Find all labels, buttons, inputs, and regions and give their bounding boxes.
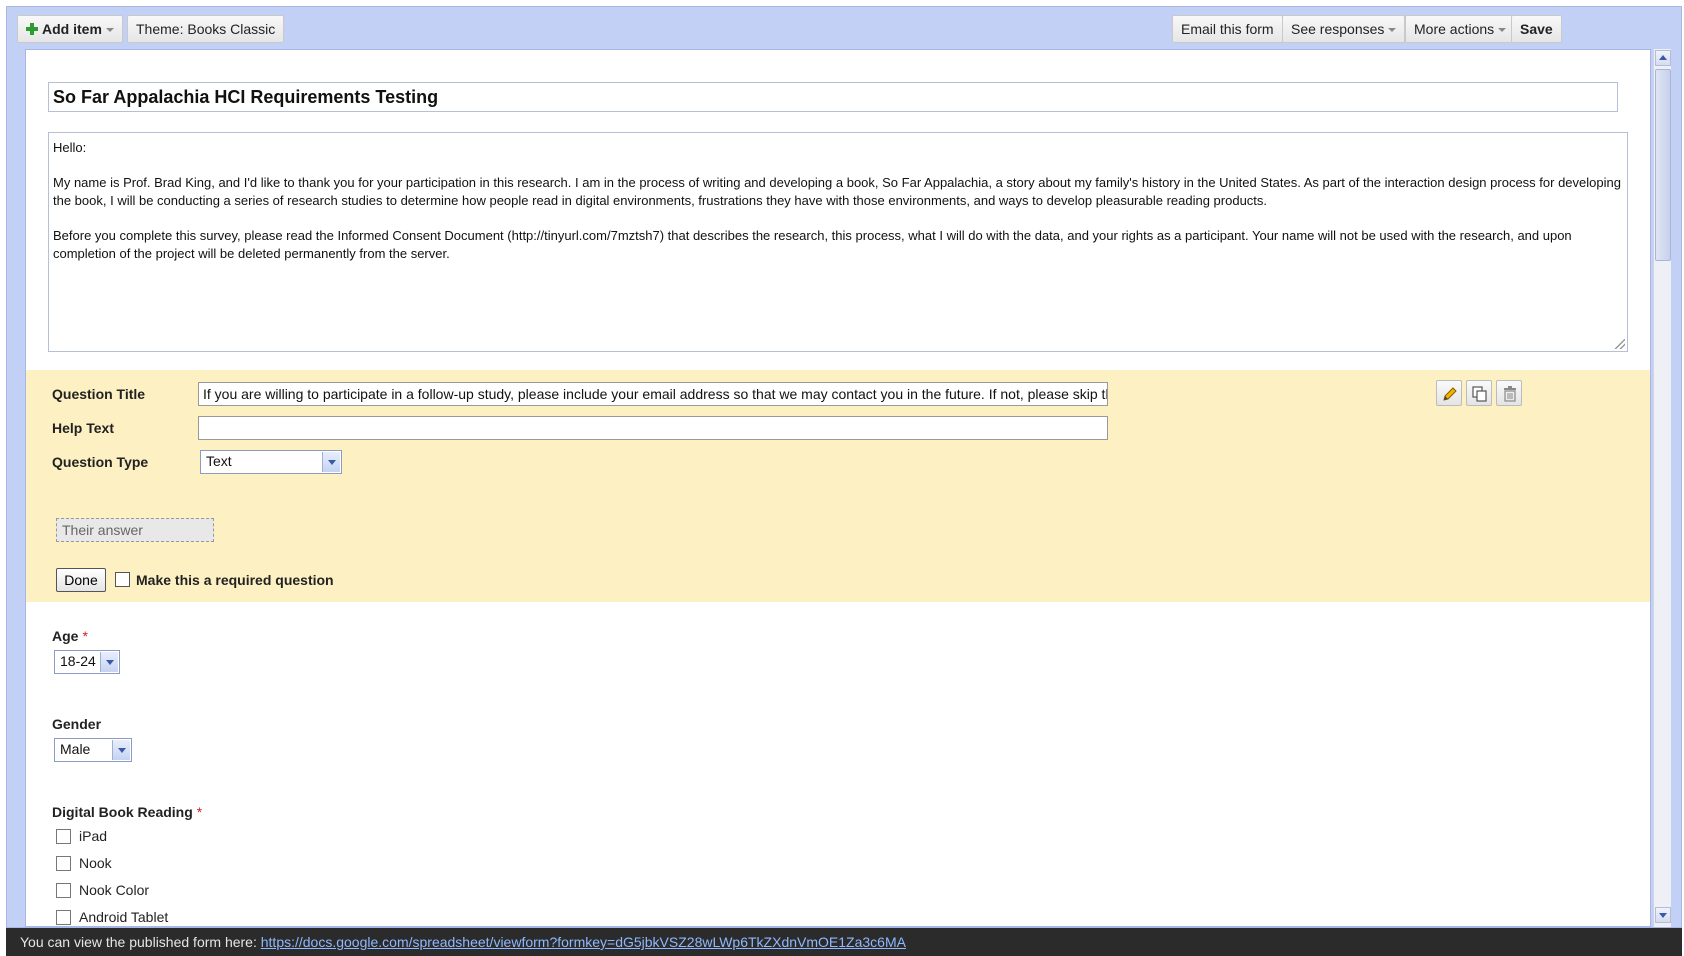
see-responses-label: See responses <box>1291 21 1385 37</box>
age-select[interactable]: 18-24 <box>54 650 120 674</box>
description-paragraph-1: My name is Prof. Brad King, and I'd like… <box>53 175 1621 208</box>
gender-value: Male <box>60 741 91 757</box>
scroll-up-arrow-icon[interactable] <box>1655 50 1671 66</box>
chevron-down-icon <box>105 28 114 33</box>
age-label: Age <box>52 628 79 644</box>
add-item-button[interactable]: Add item <box>17 15 123 43</box>
chevron-down-icon <box>100 652 118 672</box>
delete-question-button[interactable] <box>1496 380 1522 406</box>
age-value: 18-24 <box>60 653 96 669</box>
option-ipad[interactable]: iPad <box>56 828 107 844</box>
published-form-footer: You can view the published form here: ht… <box>6 928 1682 956</box>
gender-question-label: Gender <box>52 716 102 732</box>
option-checkbox[interactable] <box>56 910 71 925</box>
toolbar: Add item Theme: Books Classic Email this… <box>7 7 1681 49</box>
option-android-tablet[interactable]: Android Tablet <box>56 909 168 925</box>
more-actions-label: More actions <box>1414 21 1495 37</box>
required-label: Make this a required question <box>136 572 334 588</box>
add-item-label: Add item <box>42 21 102 37</box>
more-actions-button[interactable]: More actions <box>1405 15 1516 43</box>
answer-preview: Their answer <box>56 518 214 542</box>
done-button[interactable]: Done <box>56 568 106 592</box>
question-type-label: Question Type <box>52 454 149 470</box>
form-title-input[interactable]: So Far Appalachia HCI Requirements Testi… <box>48 82 1618 112</box>
editor-frame: Add item Theme: Books Classic Email this… <box>6 6 1682 928</box>
required-checkbox[interactable] <box>115 572 130 587</box>
description-greeting: Hello: <box>53 140 87 155</box>
question-title-label: Question Title <box>52 386 146 402</box>
option-nook[interactable]: Nook <box>56 855 112 871</box>
description-paragraph-2: Before you complete this survey, please … <box>53 228 1572 261</box>
form-description-textarea[interactable]: Hello: My name is Prof. Brad King, and I… <box>48 132 1628 352</box>
help-text-input[interactable] <box>198 416 1108 440</box>
trash-icon <box>1504 386 1516 402</box>
duplicate-icon <box>1472 386 1487 402</box>
option-checkbox[interactable] <box>56 883 71 898</box>
plus-icon <box>26 23 38 35</box>
pencil-icon <box>1443 387 1457 401</box>
option-label: iPad <box>79 828 108 844</box>
digital-reading-question-label: Digital Book Reading * <box>52 804 202 820</box>
scroll-down-arrow-icon[interactable] <box>1655 907 1671 923</box>
age-question-label: Age * <box>52 628 88 644</box>
question-type-value: Text <box>206 453 232 469</box>
see-responses-button[interactable]: See responses <box>1282 15 1406 43</box>
gender-select[interactable]: Male <box>54 738 132 762</box>
duplicate-question-button[interactable] <box>1466 380 1492 406</box>
chevron-down-icon <box>112 740 130 760</box>
email-form-button[interactable]: Email this form <box>1172 15 1283 43</box>
form-editor: So Far Appalachia HCI Requirements Testi… <box>25 49 1651 927</box>
help-text-label: Help Text <box>52 420 114 436</box>
chevron-down-icon <box>322 452 340 472</box>
vertical-scrollbar[interactable] <box>1653 49 1671 927</box>
chevron-down-icon <box>1498 28 1507 33</box>
theme-button[interactable]: Theme: Books Classic <box>127 15 285 43</box>
edit-question-button[interactable] <box>1436 380 1462 406</box>
footer-text: You can view the published form here: <box>20 934 261 950</box>
save-label: Save <box>1520 21 1553 37</box>
option-checkbox[interactable] <box>56 829 71 844</box>
scrollbar-thumb[interactable] <box>1655 69 1671 261</box>
question-type-select[interactable]: Text <box>200 450 342 474</box>
digital-reading-label: Digital Book Reading <box>52 804 193 820</box>
option-label: Android Tablet <box>79 909 169 925</box>
save-button[interactable]: Save <box>1511 15 1562 43</box>
published-form-link[interactable]: https://docs.google.com/spreadsheet/view… <box>261 934 906 950</box>
chevron-down-icon <box>1388 28 1397 33</box>
question-title-input[interactable]: If you are willing to participate in a f… <box>198 382 1108 406</box>
required-star: * <box>82 628 88 644</box>
option-label: Nook <box>79 855 112 871</box>
required-star: * <box>196 804 203 820</box>
question-edit-panel: Question Title If you are willing to par… <box>26 370 1650 602</box>
option-label: Nook Color <box>79 882 150 898</box>
option-checkbox[interactable] <box>56 856 71 871</box>
resize-grip-icon[interactable] <box>1615 339 1625 349</box>
option-nook-color[interactable]: Nook Color <box>56 882 149 898</box>
